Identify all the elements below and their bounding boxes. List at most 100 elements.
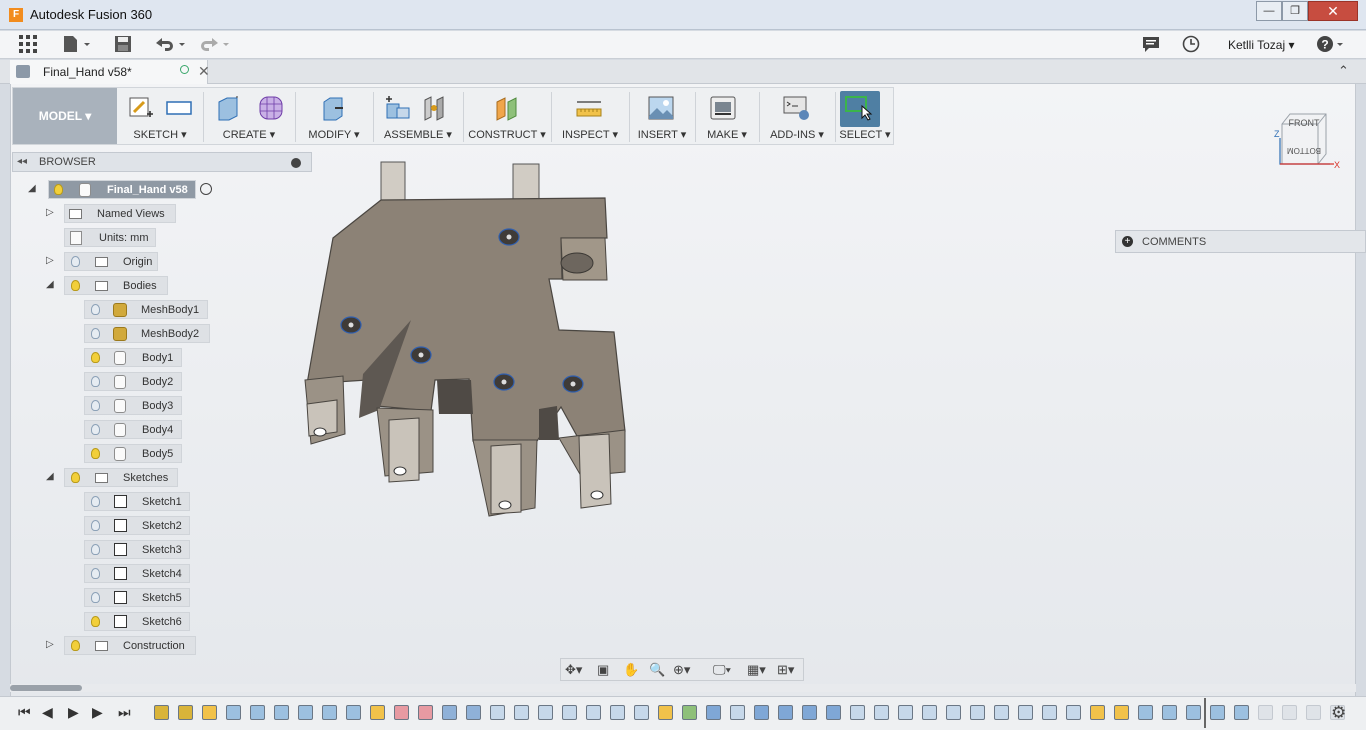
visibility-bulb-icon[interactable]	[91, 376, 100, 387]
timeline-feature-icon[interactable]	[1018, 705, 1033, 720]
timeline-feature-icon[interactable]	[634, 705, 649, 720]
orbit-icon[interactable]: ✥▾	[565, 662, 582, 678]
horizontal-scrollbar[interactable]	[10, 684, 1356, 692]
pan-icon[interactable]: ✋	[623, 662, 639, 678]
timeline-feature-icon[interactable]	[1306, 705, 1321, 720]
3d-print-icon[interactable]	[709, 94, 737, 122]
measure-icon[interactable]	[575, 94, 603, 122]
browser-header[interactable]: ◂◂ BROWSER	[12, 152, 312, 172]
visibility-bulb-icon[interactable]	[71, 256, 80, 267]
timeline-feature-icon[interactable]	[226, 705, 241, 720]
timeline-feature-icon[interactable]	[754, 705, 769, 720]
document-tab[interactable]: Final_Hand v58* ✕	[10, 60, 210, 84]
redo-icon[interactable]	[198, 35, 232, 55]
timeline-marker[interactable]	[1204, 698, 1206, 728]
timeline-feature-icon[interactable]	[346, 705, 361, 720]
hand-model-3d[interactable]	[11, 84, 1357, 696]
comment-icon[interactable]	[1142, 35, 1160, 55]
timeline-feature-icon[interactable]	[298, 705, 313, 720]
select-group[interactable]: SELECT ▾	[837, 88, 893, 144]
sketch-group[interactable]: SKETCH ▾	[121, 88, 199, 144]
timeline-feature-icon[interactable]	[178, 705, 193, 720]
tree-node-sketch6[interactable]: Sketch6	[84, 612, 194, 631]
insert-image-icon[interactable]	[647, 94, 675, 122]
tree-node-sketch4[interactable]: Sketch4	[84, 564, 194, 583]
file-icon[interactable]	[62, 35, 92, 55]
timeline-feature-icon[interactable]	[394, 705, 409, 720]
visibility-bulb-icon[interactable]	[71, 640, 80, 651]
timeline-feature-icon[interactable]	[586, 705, 601, 720]
timeline-feature-icon[interactable]	[322, 705, 337, 720]
timeline-feature-icon[interactable]	[970, 705, 985, 720]
timeline-feature-icon[interactable]	[946, 705, 961, 720]
tree-node-named-views[interactable]: ▷ Named Views	[46, 204, 206, 223]
visibility-bulb-icon[interactable]	[71, 472, 80, 483]
timeline-settings-icon[interactable]: ⚙	[1331, 703, 1346, 723]
timeline-feature-icon[interactable]	[682, 705, 697, 720]
modify-group[interactable]: MODIFY ▾	[299, 88, 369, 144]
timeline-feature-icon[interactable]	[922, 705, 937, 720]
insert-group[interactable]: INSERT ▾	[633, 88, 691, 144]
grid-settings-icon[interactable]: ▦▾	[747, 662, 766, 678]
timeline-feature-icon[interactable]	[490, 705, 505, 720]
timeline-feature-icon[interactable]	[1258, 705, 1273, 720]
visibility-bulb-icon[interactable]	[71, 280, 80, 291]
construct-group[interactable]: CONSTRUCT ▾	[467, 88, 547, 144]
clock-icon[interactable]	[1182, 35, 1200, 55]
timeline-feature-icon[interactable]	[1042, 705, 1057, 720]
tree-node-bodies[interactable]: ◢ Bodies	[46, 276, 176, 295]
tree-node-units[interactable]: Units: mm	[64, 228, 164, 247]
timeline-feature-icon[interactable]	[250, 705, 265, 720]
tree-node-origin[interactable]: ▷ Origin	[46, 252, 166, 271]
add-comment-icon[interactable]: +	[1122, 236, 1133, 247]
timeline-feature-icon[interactable]	[370, 705, 385, 720]
timeline-feature-icon[interactable]	[1186, 705, 1201, 720]
canvas-viewport[interactable]	[10, 84, 1356, 696]
timeline-feature-icon[interactable]	[514, 705, 529, 720]
undo-icon[interactable]	[154, 35, 188, 55]
user-menu[interactable]: Ketlli Tozaj ▾	[1228, 38, 1295, 52]
tree-node-body1[interactable]: Body1	[84, 348, 194, 367]
add-ins-group[interactable]: ADD-INS ▾	[763, 88, 831, 144]
collapse-triangle-icon[interactable]: ◢	[46, 279, 54, 290]
new-component-icon[interactable]	[383, 94, 411, 122]
display-settings-icon[interactable]: 🖵▾	[713, 662, 731, 678]
select-icon[interactable]	[845, 94, 873, 122]
timeline-feature-icon[interactable]	[1090, 705, 1105, 720]
minus-circle-icon[interactable]	[291, 158, 301, 168]
timeline-feature-icon[interactable]	[706, 705, 721, 720]
timeline-feature-icon[interactable]	[610, 705, 625, 720]
timeline-feature-icon[interactable]	[154, 705, 169, 720]
visibility-bulb-icon[interactable]	[91, 400, 100, 411]
scripts-addins-icon[interactable]	[783, 94, 811, 122]
form-icon[interactable]	[257, 94, 285, 122]
joint-icon[interactable]	[421, 94, 449, 122]
grid-icon[interactable]	[19, 35, 37, 55]
step-forward-button[interactable]: ▶	[92, 704, 103, 721]
timeline-feature-icon[interactable]	[466, 705, 481, 720]
save-icon[interactable]	[114, 35, 132, 55]
tree-node-meshbody1[interactable]: MeshBody1	[84, 300, 214, 319]
timeline-feature-icon[interactable]	[274, 705, 289, 720]
look-at-icon[interactable]: ▣	[597, 662, 609, 678]
timeline-feature-icon[interactable]	[1282, 705, 1297, 720]
tree-node-meshbody2[interactable]: MeshBody2	[84, 324, 214, 343]
press-pull-icon[interactable]	[319, 94, 347, 122]
timeline-feature-icon[interactable]	[538, 705, 553, 720]
timeline-feature-icon[interactable]	[442, 705, 457, 720]
timeline-feature-icon[interactable]	[826, 705, 841, 720]
visibility-bulb-icon[interactable]	[91, 544, 100, 555]
visibility-bulb-icon[interactable]	[91, 304, 100, 315]
tree-node-body5[interactable]: Body5	[84, 444, 194, 463]
zoom-icon[interactable]: 🔍	[649, 662, 665, 678]
tree-node-sketch1[interactable]: Sketch1	[84, 492, 194, 511]
activate-radio-icon[interactable]	[200, 183, 212, 195]
view-cube[interactable]: FRONT BOTTOM Z X	[1272, 104, 1342, 174]
timeline-feature-icon[interactable]	[874, 705, 889, 720]
make-group[interactable]: MAKE ▾	[699, 88, 755, 144]
timeline-feature-icon[interactable]	[1210, 705, 1225, 720]
close-window-button[interactable]: ✕	[1308, 1, 1358, 21]
timeline-feature-icon[interactable]	[1162, 705, 1177, 720]
tree-node-sketches[interactable]: ◢ Sketches	[46, 468, 186, 487]
collapse-browser-button[interactable]: ◂◂	[17, 156, 27, 167]
